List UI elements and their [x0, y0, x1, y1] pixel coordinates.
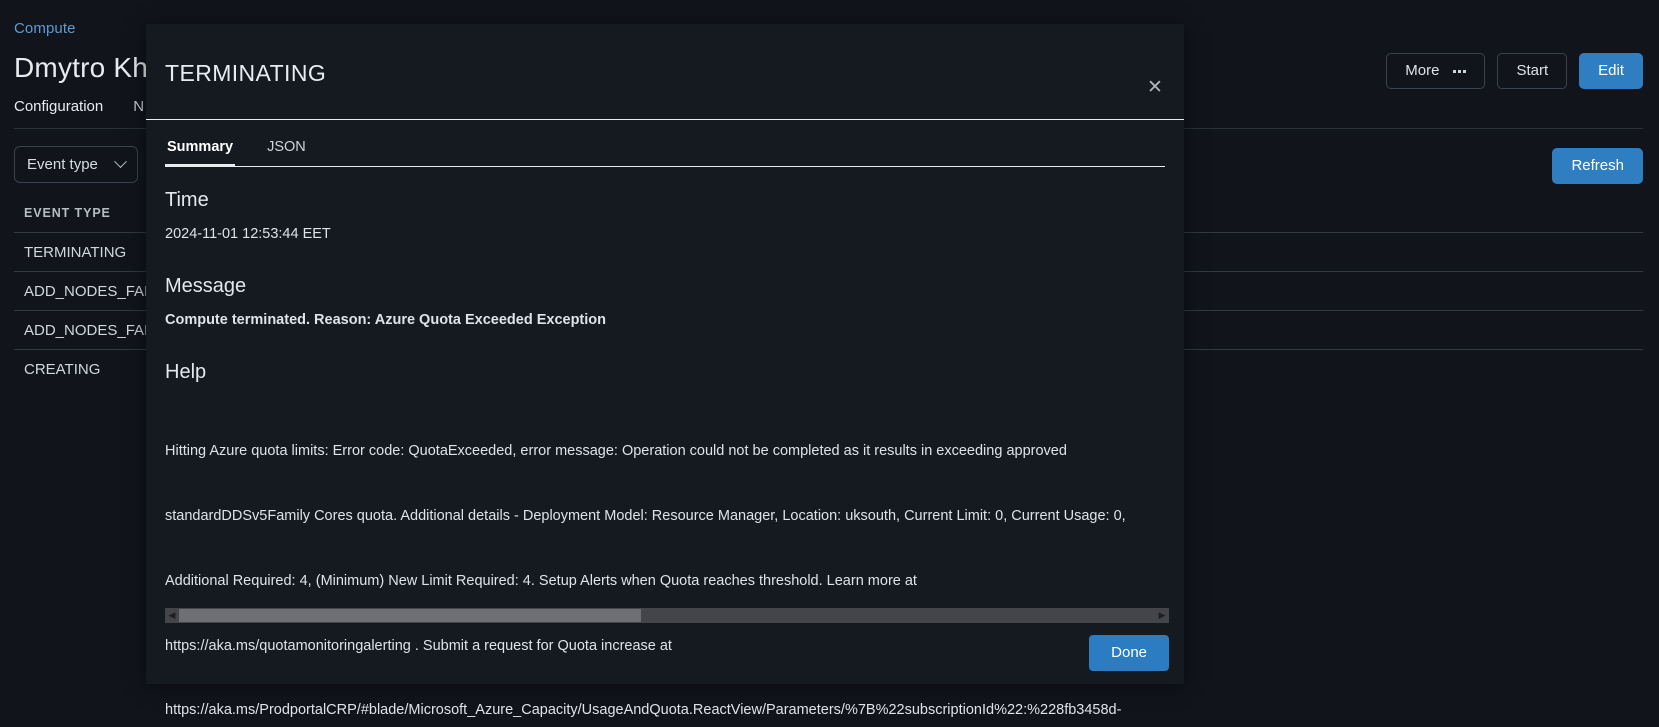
help-text: Hitting Azure quota limits: Error code: … [165, 398, 1169, 727]
dialog-body: Time 2024-11-01 12:53:44 EET Message Com… [165, 189, 1184, 718]
app-root: Compute Dmytro Kho Configuration N More … [0, 0, 1659, 727]
done-button[interactable]: Done [1089, 635, 1169, 671]
help-line: Hitting Azure quota limits: Error code: … [165, 443, 1067, 460]
message-value: Compute terminated. Reason: Azure Quota … [165, 312, 606, 328]
page-tabs: Configuration N [14, 98, 144, 124]
more-button-label: More [1405, 62, 1440, 79]
tab-configuration[interactable]: Configuration [14, 98, 103, 124]
start-button[interactable]: Start [1497, 53, 1568, 89]
tab-summary[interactable]: Summary [165, 139, 236, 167]
page-title: Dmytro Kho [14, 52, 164, 83]
edit-button[interactable]: Edit [1579, 53, 1643, 89]
event-type-filter[interactable]: Event type [14, 146, 138, 183]
triangle-left-icon[interactable]: ◀ [165, 608, 179, 623]
event-details-dialog: TERMINATING ✕ Summary JSON Time 2024-11-… [146, 24, 1184, 718]
ellipsis-icon [1453, 69, 1467, 73]
dialog-footer: Done [165, 635, 1169, 671]
dialog-tabs: Summary JSON [165, 139, 1165, 167]
scrollbar-thumb[interactable] [179, 609, 641, 622]
time-heading: Time [165, 189, 209, 211]
triangle-right-icon[interactable]: ▶ [1155, 608, 1169, 623]
event-type-filter-label: Event type [27, 156, 98, 173]
chevron-down-icon [114, 155, 127, 169]
help-horizontal-scrollbar[interactable]: ◀ ▶ [165, 608, 1169, 623]
more-button[interactable]: More [1386, 53, 1486, 89]
close-icon[interactable]: ✕ [1144, 77, 1166, 99]
help-heading: Help [165, 361, 207, 383]
breadcrumb-compute[interactable]: Compute [14, 20, 76, 37]
help-line: Additional Required: 4, (Minimum) New Li… [165, 572, 917, 589]
refresh-button[interactable]: Refresh [1552, 148, 1643, 184]
tab-notebooks[interactable]: N [133, 98, 144, 124]
top-action-buttons: More Start Edit [1386, 53, 1643, 89]
help-line: https://aka.ms/ProdportalCRP/#blade/Micr… [165, 702, 1122, 719]
dialog-title: TERMINATING [165, 60, 327, 86]
time-value: 2024-11-01 12:53:44 EET [165, 226, 331, 242]
tab-json[interactable]: JSON [265, 139, 308, 166]
dialog-header: TERMINATING ✕ [146, 24, 1184, 120]
message-heading: Message [165, 275, 247, 297]
help-line: standardDDSv5Family Cores quota. Additio… [165, 507, 1126, 524]
